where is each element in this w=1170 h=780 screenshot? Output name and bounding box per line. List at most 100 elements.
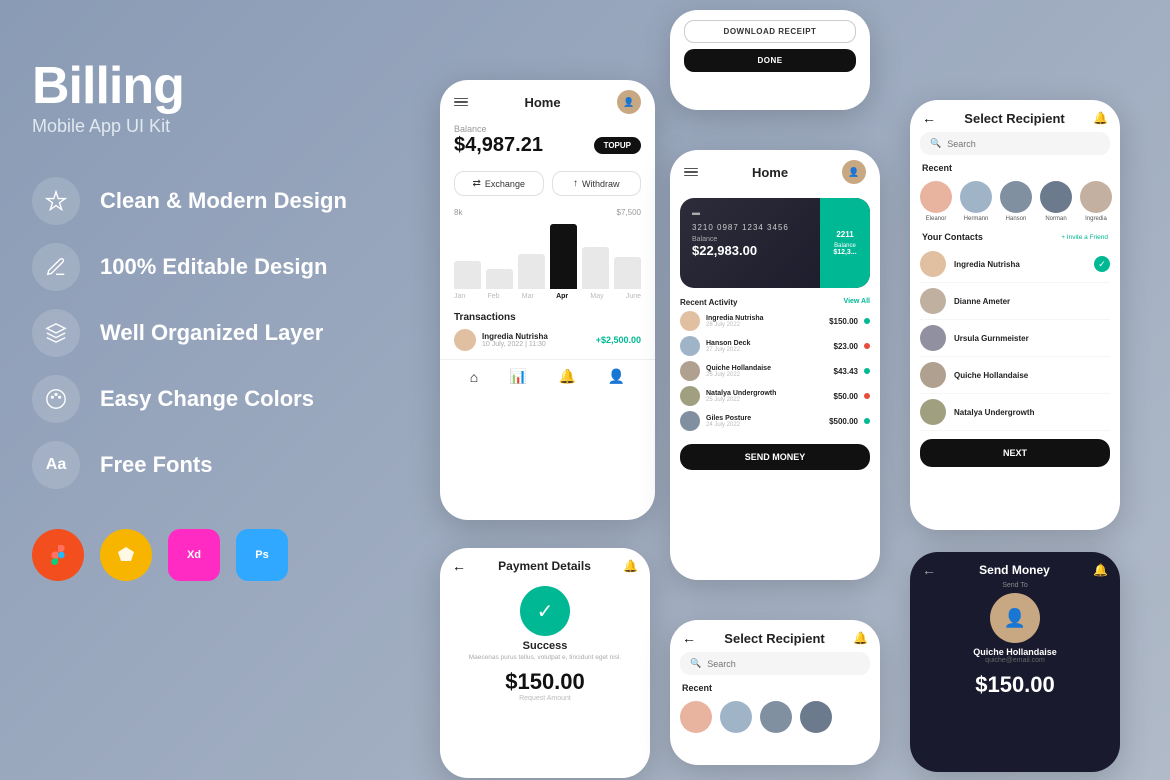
- withdraw-button[interactable]: ↑ Withdraw: [552, 171, 642, 196]
- contact-name-natalya: Natalya Undergrowth: [954, 408, 1110, 417]
- download-receipt-button[interactable]: DOWNLOAD RECEIPT: [684, 20, 856, 43]
- balance-amount: $4,987.21 TOPUP: [454, 134, 641, 157]
- brand-title: Billing: [32, 60, 372, 112]
- view-all-link[interactable]: View All: [844, 298, 870, 307]
- phone-send-money-dark: ← Send Money 🔔 Send To 👤 Quiche Hollanda…: [910, 552, 1120, 772]
- contact-avatar-ursula: [920, 325, 946, 351]
- chart-nav-icon[interactable]: 📊: [510, 368, 527, 385]
- ra-amount-4: $50.00: [834, 392, 858, 401]
- phone-select-recipient-bottom: ← Select Recipient 🔔 🔍 Recent: [670, 620, 880, 765]
- ra-item-1: Ingredia Nutrisha 28 July 2022 $150.00: [680, 311, 870, 331]
- card-teal-strip: 2211 Balance $12,3...: [820, 198, 870, 288]
- month-apr: Apr: [556, 293, 568, 300]
- exchange-label: Exchange: [485, 179, 525, 189]
- search-input[interactable]: [947, 139, 1100, 149]
- next-button[interactable]: NEXT: [920, 439, 1110, 467]
- type-icon: Aa: [46, 456, 66, 474]
- bar-mar: [518, 254, 545, 289]
- bell-nav-icon[interactable]: 🔔: [559, 368, 576, 385]
- sr-bell-icon[interactable]: 🔔: [1093, 111, 1108, 125]
- sr-navbar: ← Select Recipient 🔔: [910, 100, 1120, 132]
- sr6-back-icon[interactable]: ←: [682, 630, 696, 646]
- payment-req-label: Request Amount: [440, 695, 650, 702]
- contact-avatar-dianne: [920, 288, 946, 314]
- phone2-menu-icon[interactable]: [684, 168, 698, 177]
- contact-ingredia[interactable]: Ingredia Nutrisha ✓: [920, 246, 1110, 283]
- search6-input[interactable]: [707, 659, 860, 669]
- profile-nav-icon[interactable]: 👤: [608, 368, 625, 385]
- bar-jan: [454, 261, 481, 289]
- chart-max-label: 8k: [454, 208, 462, 217]
- dark-bell-icon[interactable]: 🔔: [1093, 563, 1108, 577]
- search-icon: 🔍: [930, 138, 941, 149]
- phone-receipt: DOWNLOAD RECEIPT DONE: [670, 10, 870, 110]
- invite-link[interactable]: + Invite a Friend: [1061, 234, 1108, 241]
- ra-dot-1: [864, 318, 870, 324]
- home-nav-icon[interactable]: ⌂: [470, 369, 478, 385]
- ra-info-1: Ingredia Nutrisha 28 July 2022: [706, 315, 823, 328]
- sr-avatar-eleanor: Eleanor: [920, 181, 952, 222]
- tool-icons-row: Xd Ps: [32, 529, 372, 581]
- ra-info-2: Hanson Deck 27 July 2022: [706, 340, 828, 353]
- ra-info-4: Natalya Undergrowth 25 July 2022: [706, 390, 828, 403]
- receipt-content: DOWNLOAD RECEIPT DONE: [670, 10, 870, 82]
- pd-title: Payment Details: [498, 559, 591, 573]
- ra-item-3: Quiche Hollandaise 26 July 2022 $43.43: [680, 361, 870, 381]
- sr-recent-label: Recent: [910, 163, 1120, 177]
- sr6-bell-icon[interactable]: 🔔: [853, 631, 868, 645]
- contact-quiche[interactable]: Quiche Hollandaise: [920, 357, 1110, 394]
- organized-icon-circle: [32, 309, 80, 357]
- bar-mar-fill: [518, 254, 545, 289]
- avatar-name-hanson: Hanson: [1006, 216, 1027, 222]
- phone1-avatar: 👤: [617, 90, 641, 114]
- done-button[interactable]: DONE: [684, 49, 856, 72]
- ra-date-2: 27 July 2022: [706, 347, 828, 353]
- exchange-button[interactable]: ⇄ Exchange: [454, 171, 544, 196]
- contact-name-dianne: Dianne Ameter: [954, 297, 1110, 306]
- recent-label: Recent Activity: [680, 298, 738, 307]
- menu-icon[interactable]: [454, 98, 468, 107]
- xd-icon: Xd: [168, 529, 220, 581]
- sr-search-bar[interactable]: 🔍: [920, 132, 1110, 155]
- ra-avatar-3: [680, 361, 700, 381]
- sr-avatars-row: Eleanor Hermann Hanson Norman Ingredia: [910, 177, 1120, 230]
- tx-info: Ingredia Nutrisha 10 July, 2022 | 11:30: [482, 332, 590, 348]
- avatar-ingredia: [1080, 181, 1112, 213]
- pd-bell-icon[interactable]: 🔔: [623, 559, 638, 573]
- contacts-list: Ingredia Nutrisha ✓ Dianne Ameter Ursula…: [910, 246, 1120, 431]
- tx-date: 10 July, 2022 | 11:30: [482, 341, 590, 348]
- ra-amount-3: $43.43: [834, 367, 858, 376]
- send-to-label: Send To: [910, 582, 1120, 589]
- brand-subtitle: Mobile App UI Kit: [32, 116, 372, 137]
- card-last4: 2211: [836, 230, 853, 239]
- sr-avatar-hanson: Hanson: [1000, 181, 1032, 222]
- bar-june-fill: [614, 257, 641, 289]
- sr-avatar-ingredia: Ingredia: [1080, 181, 1112, 222]
- tx-name: Ingredia Nutrisha: [482, 332, 590, 341]
- ra-item-2: Hanson Deck 27 July 2022 $23.00: [680, 336, 870, 356]
- contact-dianne[interactable]: Dianne Ameter: [920, 283, 1110, 320]
- avatar-hermann: [960, 181, 992, 213]
- sparkle-icon: [45, 190, 67, 212]
- sr6-search-bar[interactable]: 🔍: [680, 652, 870, 675]
- chart-mid-label: $7,500: [617, 208, 641, 217]
- feature-fonts: Aa Free Fonts: [32, 441, 372, 489]
- back-icon[interactable]: ←: [452, 558, 466, 574]
- left-panel: Billing Mobile App UI Kit Clean & Modern…: [32, 60, 372, 581]
- clean-icon-circle: [32, 177, 80, 225]
- contact-name-ursula: Ursula Gurnmeister: [954, 334, 1110, 343]
- chart-months: Jan Feb Mar Apr May June: [454, 289, 641, 300]
- dark-back-icon[interactable]: ←: [922, 562, 936, 578]
- tx-amount: +$2,500.00: [596, 335, 641, 345]
- withdraw-label: Withdraw: [582, 179, 620, 189]
- bar-may: [582, 247, 609, 289]
- feature-editable: 100% Editable Design: [32, 243, 372, 291]
- month-june: June: [626, 293, 641, 300]
- ra-dot-2: [864, 343, 870, 349]
- contact-natalya[interactable]: Natalya Undergrowth: [920, 394, 1110, 431]
- topup-button[interactable]: TOPUP: [594, 137, 641, 154]
- send-money-button[interactable]: SEND MONEY: [680, 444, 870, 470]
- ra-avatar-4: [680, 386, 700, 406]
- sr-back-icon[interactable]: ←: [922, 110, 936, 126]
- contact-ursula[interactable]: Ursula Gurnmeister: [920, 320, 1110, 357]
